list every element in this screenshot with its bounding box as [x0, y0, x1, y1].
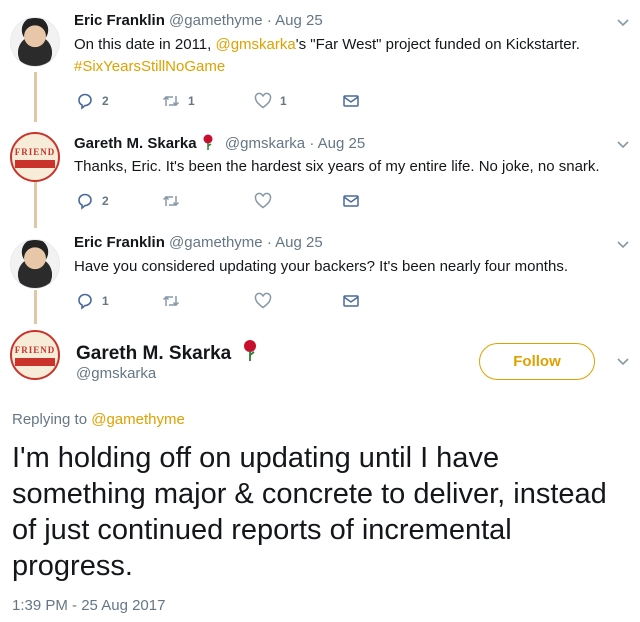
main-user-handle[interactable]: @gmskarka — [76, 365, 156, 382]
chevron-down-icon[interactable] — [616, 355, 630, 369]
tweet-actions: 1 — [74, 292, 374, 312]
envelope-icon — [343, 195, 359, 207]
like-button[interactable] — [254, 292, 280, 310]
hashtag-link[interactable]: #SixYearsStillNoGame — [74, 58, 225, 75]
like-button[interactable] — [254, 192, 280, 210]
user-handle[interactable]: @gmskarka — [225, 135, 305, 152]
tweet-header: Eric Franklin @gamethyme · Aug 25 — [74, 12, 323, 29]
tweet-actions: 2 — [74, 192, 374, 212]
avatar-badge-bar — [15, 357, 55, 366]
reply-icon — [78, 193, 92, 210]
follow-button[interactable]: Follow — [479, 343, 595, 380]
retweet-icon — [162, 295, 180, 307]
reply-icon — [78, 293, 92, 310]
main-user-name-text: Gareth M. Skarka — [76, 343, 232, 364]
reply-count: 1 — [102, 294, 109, 308]
like-count: 1 — [280, 94, 287, 108]
message-button[interactable] — [342, 92, 360, 110]
envelope-icon — [343, 95, 359, 107]
mention-link[interactable]: @gmskarka — [215, 36, 295, 53]
replying-prefix: Replying to — [12, 411, 92, 428]
reply-icon — [78, 93, 92, 110]
separator: · — [266, 12, 272, 29]
avatar[interactable]: FRIEND — [10, 132, 60, 182]
message-button[interactable] — [342, 192, 360, 210]
tweet[interactable]: Eric Franklin @gamethyme · Aug 25 Have y… — [0, 222, 640, 322]
reply-button[interactable]: 1 — [76, 292, 109, 310]
message-button[interactable] — [342, 292, 360, 310]
retweet-count: 1 — [188, 94, 195, 108]
tweet[interactable]: FRIEND Gareth M. Skarka @gmskarka · Aug … — [0, 122, 640, 222]
tweet-timestamp[interactable]: 1:39 PM - 25 Aug 2017 — [12, 597, 165, 614]
avatar[interactable] — [10, 239, 60, 289]
tweet-text-part: 's "Far West" project funded on Kickstar… — [295, 36, 580, 53]
like-button[interactable]: 1 — [254, 92, 287, 110]
avatar[interactable]: FRIEND — [10, 330, 60, 380]
chevron-down-icon[interactable] — [616, 16, 630, 30]
reply-button[interactable]: 2 — [76, 192, 109, 210]
chevron-down-icon[interactable] — [616, 138, 630, 152]
avatar-badge-text: FRIEND — [14, 146, 56, 157]
reply-count: 2 — [102, 194, 109, 208]
retweet-button[interactable] — [162, 192, 188, 210]
user-name[interactable]: Eric Franklin — [74, 12, 165, 29]
separator: · — [266, 234, 272, 251]
user-handle[interactable]: @gamethyme — [169, 234, 263, 251]
main-user-name[interactable]: Gareth M. Skarka — [76, 339, 259, 365]
tweet-header: Eric Franklin @gamethyme · Aug 25 — [74, 234, 323, 251]
tweet-text-part: On this date in 2011, — [74, 36, 216, 53]
tweet-header: Gareth M. Skarka @gmskarka · Aug 25 — [74, 134, 365, 152]
user-name[interactable]: Gareth M. Skarka — [74, 135, 197, 152]
tweet-text: On this date in 2011, @gmskarka's "Far W… — [74, 34, 580, 56]
hashtag-line: #SixYearsStillNoGame — [74, 56, 225, 78]
retweet-button[interactable]: 1 — [162, 92, 195, 110]
rose-icon — [203, 134, 213, 150]
avatar-badge-text: FRIEND — [14, 344, 56, 355]
user-handle[interactable]: @gamethyme — [169, 12, 263, 29]
tweet-text: Have you considered updating your backer… — [74, 258, 568, 275]
heart-icon — [254, 292, 272, 309]
reply-button[interactable]: 2 — [76, 92, 109, 110]
rose-icon — [243, 340, 256, 361]
tweet-date[interactable]: Aug 25 — [275, 12, 323, 29]
tweet[interactable]: Eric Franklin @gamethyme · Aug 25 On thi… — [0, 0, 640, 120]
retweet-button[interactable] — [162, 292, 188, 310]
chevron-down-icon[interactable] — [616, 238, 630, 252]
avatar[interactable] — [10, 17, 60, 67]
main-tweet-text: I'm holding off on updating until I have… — [12, 442, 607, 582]
user-name[interactable]: Eric Franklin — [74, 234, 165, 251]
reply-count: 2 — [102, 94, 109, 108]
retweet-icon — [162, 95, 180, 107]
tweet-date[interactable]: Aug 25 — [275, 234, 323, 251]
heart-icon — [254, 192, 272, 209]
separator: · — [309, 135, 315, 152]
envelope-icon — [343, 295, 359, 307]
heart-icon — [254, 92, 272, 109]
replying-to: Replying to @gamethyme — [12, 411, 185, 428]
tweet-date[interactable]: Aug 25 — [318, 135, 366, 152]
retweet-icon — [162, 195, 180, 207]
tweet-text: Thanks, Eric. It's been the hardest six … — [74, 158, 600, 175]
tweet-actions: 2 1 1 — [74, 92, 374, 112]
avatar-badge-bar — [15, 159, 55, 168]
replying-mention-link[interactable]: @gamethyme — [91, 411, 185, 428]
